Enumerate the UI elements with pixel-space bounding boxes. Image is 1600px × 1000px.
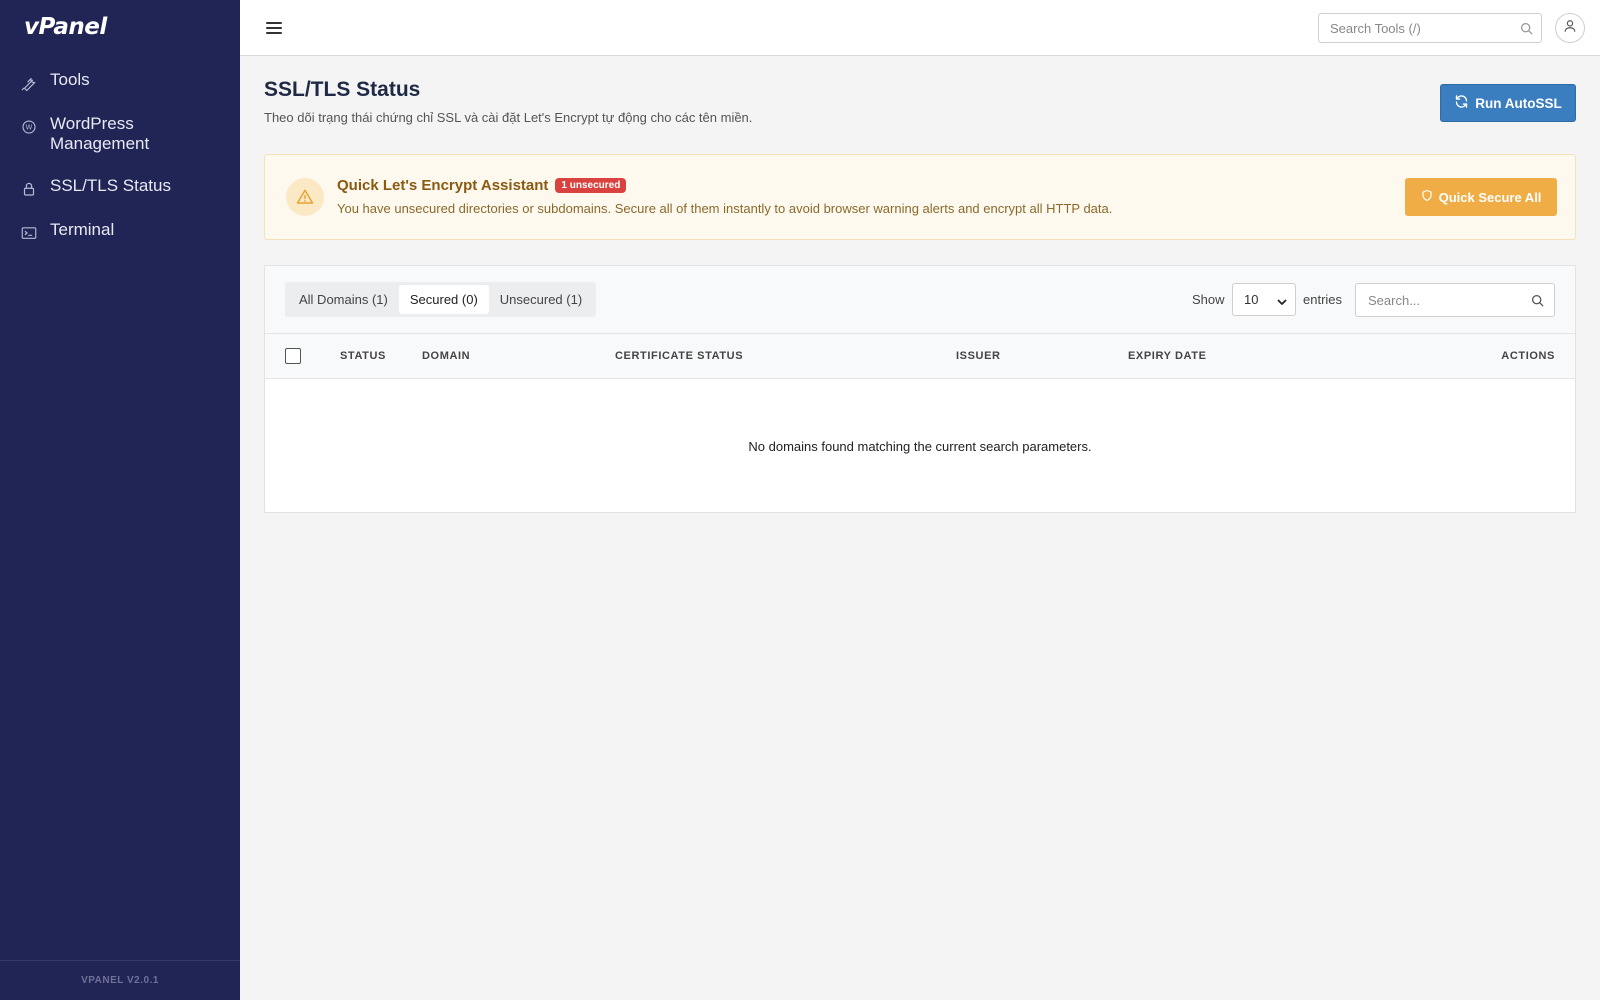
sidebar-item-label: Terminal xyxy=(50,220,115,239)
entries-value: 10 xyxy=(1244,292,1259,307)
top-bar xyxy=(240,0,1600,56)
sidebar-item-label: WordPress Management xyxy=(50,114,150,153)
page-title: SSL/TLS Status xyxy=(264,78,421,101)
sidebar: vPanel Tools W WordPress Management SSL/… xyxy=(0,0,240,1000)
column-header-status[interactable]: STATUS xyxy=(340,350,386,362)
run-autossl-label: Run AutoSSL xyxy=(1475,95,1562,111)
chevron-down-icon xyxy=(1277,295,1287,305)
unsecured-count-badge: 1 unsecured xyxy=(555,178,627,193)
empty-table-message: No domains found matching the current se… xyxy=(748,438,1092,454)
select-all-checkbox[interactable] xyxy=(285,348,301,364)
tab-unsecured[interactable]: Unsecured (1) xyxy=(489,285,593,314)
page-description: Theo dõi trạng thái chứng chỉ SSL và cài… xyxy=(264,110,753,125)
show-label: Show xyxy=(1192,292,1225,307)
hamburger-icon[interactable] xyxy=(264,18,284,38)
column-header-actions: ACTIONS xyxy=(1501,350,1555,362)
sidebar-item-tools[interactable]: Tools xyxy=(0,66,240,96)
lets-encrypt-alert: Quick Let's Encrypt Assistant 1 unsecure… xyxy=(264,154,1576,240)
lock-icon xyxy=(20,180,38,198)
column-header-expiry-date[interactable]: EXPIRY DATE xyxy=(1128,350,1207,362)
domains-table-card: All Domains (1) Secured (0) Unsecured (1… xyxy=(264,265,1576,513)
sidebar-item-label: SSL/TLS Status xyxy=(50,176,171,195)
tab-all-domains[interactable]: All Domains (1) xyxy=(288,285,399,314)
user-icon xyxy=(1563,19,1577,38)
tool-search-input[interactable] xyxy=(1319,14,1499,42)
sidebar-item-wordpress[interactable]: W WordPress Management xyxy=(0,110,240,158)
entries-per-page-select[interactable]: 10 xyxy=(1232,283,1296,316)
tab-secured[interactable]: Secured (0) xyxy=(398,285,489,314)
refresh-icon xyxy=(1454,94,1475,112)
svg-text:W: W xyxy=(26,124,33,132)
app-logo[interactable]: vPanel xyxy=(24,14,107,40)
sidebar-item-label: Tools xyxy=(50,70,90,89)
alert-title: Quick Let's Encrypt Assistant xyxy=(337,177,549,194)
user-menu-button[interactable] xyxy=(1555,13,1585,43)
quick-secure-all-label: Quick Secure All xyxy=(1438,189,1542,205)
entries-label: entries xyxy=(1303,292,1343,307)
table-search-box xyxy=(1355,283,1555,317)
table-header: STATUS DOMAIN CERTIFICATE STATUS ISSUER … xyxy=(265,334,1575,379)
search-icon[interactable] xyxy=(1520,22,1533,35)
warning-triangle-icon xyxy=(286,178,324,216)
shield-icon xyxy=(1421,189,1439,205)
tool-search-box xyxy=(1318,13,1542,43)
terminal-icon xyxy=(20,224,38,242)
sidebar-item-ssl-tls[interactable]: SSL/TLS Status xyxy=(0,172,240,202)
filter-tabs: All Domains (1) Secured (0) Unsecured (1… xyxy=(285,282,597,317)
sidebar-item-terminal[interactable]: Terminal xyxy=(0,216,240,246)
wordpress-icon: W xyxy=(20,118,38,136)
alert-text: You have unsecured directories or subdom… xyxy=(337,201,1113,216)
column-header-domain[interactable]: DOMAIN xyxy=(422,350,470,362)
column-header-certificate-status[interactable]: CERTIFICATE STATUS xyxy=(615,350,743,362)
alert-title-row: Quick Let's Encrypt Assistant 1 unsecure… xyxy=(337,177,627,194)
sidebar-nav: Tools W WordPress Management SSL/TLS Sta… xyxy=(0,66,240,260)
app-version: VPANEL V2.0.1 xyxy=(0,960,240,1000)
quick-secure-all-button[interactable]: Quick Secure All xyxy=(1405,178,1557,216)
wrench-icon xyxy=(20,74,38,92)
search-icon[interactable] xyxy=(1531,294,1544,307)
table-search-input[interactable] xyxy=(1356,284,1516,316)
run-autossl-button[interactable]: Run AutoSSL xyxy=(1440,84,1576,122)
table-toolbar: All Domains (1) Secured (0) Unsecured (1… xyxy=(265,266,1575,334)
column-header-issuer[interactable]: ISSUER xyxy=(956,350,1001,362)
